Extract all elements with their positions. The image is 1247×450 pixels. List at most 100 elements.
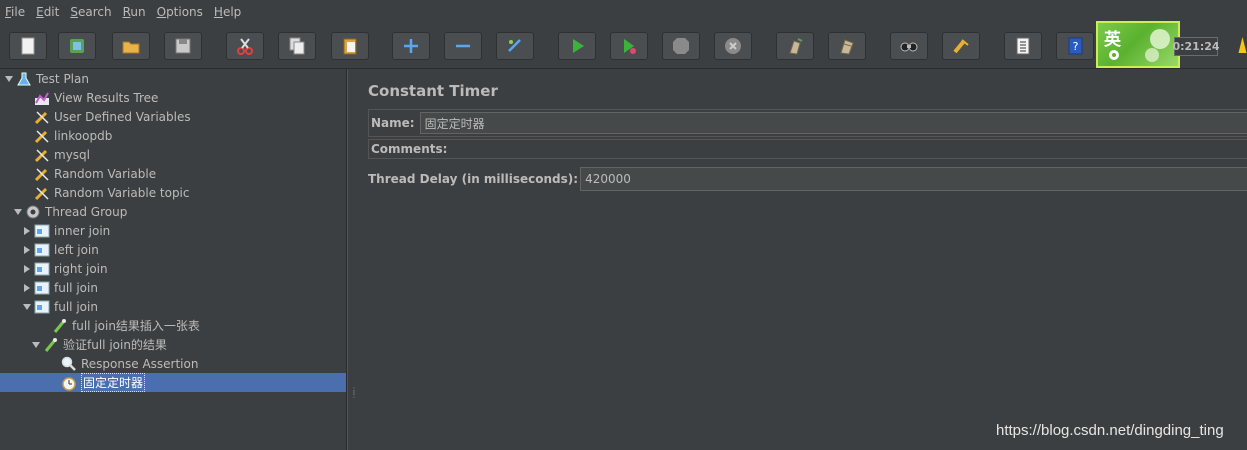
- watermark: https://blog.csdn.net/dingding_ting: [996, 422, 1224, 439]
- collapse-icon: [456, 44, 470, 48]
- split-pane-divider[interactable]: ⋮ ⋮: [347, 69, 358, 450]
- tree-node-label: left join: [54, 242, 99, 257]
- search-button[interactable]: [890, 32, 928, 60]
- tree-node[interactable]: right join: [0, 259, 346, 278]
- tree-node[interactable]: full join: [0, 278, 346, 297]
- menu-file[interactable]: File: [0, 5, 31, 19]
- wrench-icon: [34, 109, 50, 125]
- tree-node-label: Random Variable topic: [54, 185, 190, 200]
- function-helper-icon: [1016, 37, 1030, 55]
- copy-button[interactable]: [278, 32, 316, 60]
- menu-label-rest: earch: [77, 5, 112, 19]
- tree-node-label: right join: [54, 261, 108, 276]
- tree-node[interactable]: Thread Group: [0, 202, 346, 221]
- menu-mnemonic: O: [156, 5, 167, 19]
- expanded-arrow-icon[interactable]: [13, 207, 23, 217]
- elapsed-time: 0:21:24: [1172, 37, 1220, 56]
- start-no-pause-button[interactable]: [610, 32, 648, 60]
- start-no-pause-icon: [624, 39, 636, 54]
- warning-icon[interactable]: [1238, 36, 1247, 54]
- menu-options[interactable]: Options: [152, 5, 209, 19]
- templates-button[interactable]: [58, 32, 96, 60]
- comments-field[interactable]: [451, 139, 1247, 159]
- tree-node[interactable]: View Results Tree: [0, 88, 346, 107]
- function-helper-button[interactable]: [1004, 32, 1042, 60]
- menu-help[interactable]: Help: [209, 5, 247, 19]
- menu-run[interactable]: Run: [118, 5, 152, 19]
- shutdown-button[interactable]: [714, 32, 752, 60]
- controller-icon: [34, 223, 50, 239]
- expand-icon: [404, 39, 418, 53]
- collapse-button[interactable]: [444, 32, 482, 60]
- clear-all-button[interactable]: [828, 32, 866, 60]
- expanded-arrow-icon[interactable]: [22, 302, 32, 312]
- flask-icon: [16, 71, 32, 87]
- ime-gear-icon: [1109, 50, 1119, 60]
- tree-node[interactable]: 验证full join的结果: [0, 335, 346, 354]
- collapsed-arrow-icon[interactable]: [22, 283, 32, 293]
- collapsed-arrow-icon[interactable]: [22, 245, 32, 255]
- tree-node[interactable]: Random Variable: [0, 164, 346, 183]
- new-button[interactable]: [9, 32, 47, 60]
- splitter-grip: ⋮ ⋮: [350, 386, 358, 399]
- new-icon: [21, 37, 35, 55]
- save-button[interactable]: [164, 32, 202, 60]
- menu-edit[interactable]: Edit: [31, 5, 65, 19]
- tree-node-label: inner join: [54, 223, 111, 238]
- tree-node[interactable]: User Defined Variables: [0, 107, 346, 126]
- element-editor: Constant Timer Name: Comments: Thread De…: [358, 69, 1247, 450]
- expanded-arrow-icon[interactable]: [31, 340, 41, 350]
- wrench-icon: [34, 166, 50, 182]
- tree-node[interactable]: Response Assertion: [0, 354, 346, 373]
- tree-node[interactable]: mysql: [0, 145, 346, 164]
- tree-node-label: mysql: [54, 147, 90, 162]
- tree-node[interactable]: Random Variable topic: [0, 183, 346, 202]
- tree-node[interactable]: left join: [0, 240, 346, 259]
- reset-search-icon: [953, 39, 969, 54]
- tree-node-label: Random Variable: [54, 166, 157, 181]
- start-button[interactable]: [558, 32, 596, 60]
- thread-delay-field[interactable]: [580, 167, 1247, 191]
- tree-node-label: linkoopdb: [54, 128, 113, 143]
- tree-node[interactable]: full join: [0, 297, 346, 316]
- reset-search-button[interactable]: [942, 32, 980, 60]
- menu-search[interactable]: Search: [65, 5, 117, 19]
- wrench-icon: [34, 128, 50, 144]
- thread-delay-row: Thread Delay (in milliseconds):: [368, 166, 1247, 192]
- name-field[interactable]: [419, 112, 1247, 134]
- tree-node[interactable]: linkoopdb: [0, 126, 346, 145]
- open-button[interactable]: [112, 32, 150, 60]
- cut-button[interactable]: [226, 32, 264, 60]
- ime-indicator[interactable]: 英: [1096, 21, 1180, 68]
- test-plan-tree[interactable]: Test Plan View Results Tree User Defined V…: [0, 69, 347, 450]
- toggle-button[interactable]: [496, 32, 534, 60]
- tree-node-label: Test Plan: [36, 71, 89, 86]
- clear-button[interactable]: [776, 32, 814, 60]
- help-button[interactable]: ?: [1056, 32, 1094, 60]
- shutdown-icon: [725, 38, 741, 54]
- name-label: Name:: [371, 116, 415, 130]
- collapsed-arrow-icon[interactable]: [22, 264, 32, 274]
- panel-title: Constant Timer: [368, 82, 498, 100]
- tree-node[interactable]: 固定定时器: [0, 373, 346, 392]
- paste-button[interactable]: [331, 32, 369, 60]
- stop-button[interactable]: [662, 32, 700, 60]
- tree-node[interactable]: Test Plan: [0, 69, 346, 88]
- expanded-arrow-icon[interactable]: [4, 74, 14, 84]
- expand-button[interactable]: [392, 32, 430, 60]
- menu-bar: File Edit Search Run Options Help: [0, 0, 1247, 24]
- controller-icon: [34, 280, 50, 296]
- collapsed-arrow-icon[interactable]: [22, 226, 32, 236]
- menu-label-rest: elp: [222, 5, 242, 19]
- pipette-icon: [43, 337, 59, 353]
- tree-node[interactable]: full join结果插入一张表: [0, 316, 346, 335]
- tree-node[interactable]: inner join: [0, 221, 346, 240]
- wrench-icon: [34, 147, 50, 163]
- menu-label-rest: ptions: [166, 5, 203, 19]
